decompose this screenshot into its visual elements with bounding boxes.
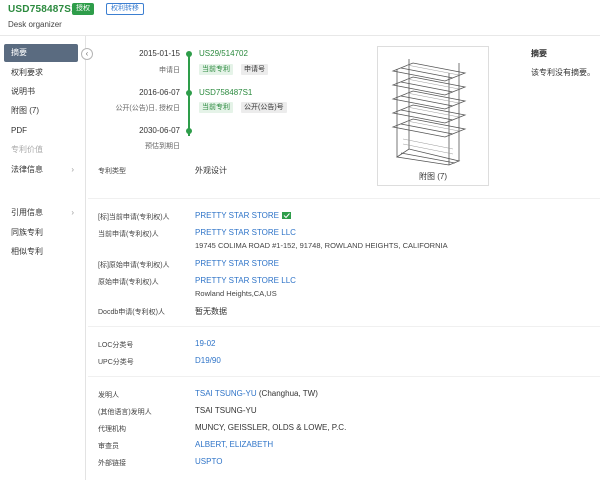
- application-date: 2015-01-15: [139, 49, 180, 58]
- current-patent-tag: 当前专利: [199, 64, 233, 75]
- loc-label: LOC分类号: [98, 342, 134, 349]
- sidebar-item-label: PDF: [11, 126, 27, 135]
- sidebar-item-drawings[interactable]: 附图 (7): [4, 102, 78, 120]
- std-current-assignee-value: PRETTY STAR STORE: [195, 211, 280, 220]
- chevron-right-icon: ›: [71, 208, 74, 217]
- sidebar-item-similar[interactable]: 相似专利: [4, 243, 78, 261]
- sidebar-item-label: 权利要求: [11, 68, 43, 77]
- publication-date: 2016-06-07: [139, 88, 180, 97]
- sidebar-item-label: 附图 (7): [11, 106, 39, 115]
- std-original-assignee-link[interactable]: PRETTY STAR STORE: [195, 259, 279, 268]
- sidebar-item-abstract[interactable]: 摘要: [4, 44, 78, 62]
- desk-organizer-drawing: [391, 59, 467, 166]
- sidebar-item-label: 相似专利: [11, 247, 43, 256]
- sidebar-item-label: 同族专利: [11, 228, 43, 237]
- loc-link[interactable]: 19-02: [195, 339, 215, 348]
- inventor-location: (Changhua, TW): [258, 389, 318, 398]
- inventor-row: TSAI TSUNG-YU (Changhua, TW): [195, 389, 318, 398]
- sidebar-item-pdf[interactable]: PDF: [4, 122, 78, 140]
- docdb-assignee-value: 暂无数据: [195, 307, 227, 316]
- chevron-left-icon[interactable]: ‹: [81, 48, 93, 60]
- chevron-right-icon: ›: [71, 165, 74, 174]
- inventor-other-value: TSAI TSUNG-YU: [195, 406, 257, 415]
- original-assignee-label: 原始申请(专利权)人: [98, 279, 159, 286]
- patent-type-value: 外观设计: [195, 166, 227, 175]
- abstract-text: 该专利没有摘要。: [531, 68, 595, 77]
- upc-label: UPC分类号: [98, 359, 134, 366]
- timeline-dot: [186, 128, 192, 134]
- patent-header: USD758487S1 授权 权利转移 Desk organizer: [0, 0, 600, 36]
- sidebar-item-patent-value[interactable]: 专利价值: [4, 141, 78, 159]
- timeline-dot: [186, 90, 192, 96]
- agency-value: MUNCY, GEISSLER, OLDS & LOWE, P.C.: [195, 423, 347, 432]
- upc-link[interactable]: D19/90: [195, 356, 221, 365]
- std-current-assignee-link[interactable]: PRETTY STAR STORE: [195, 211, 292, 220]
- sidebar-item-description[interactable]: 说明书: [4, 83, 78, 101]
- drawing-thumbnail[interactable]: 附图 (7): [377, 46, 489, 186]
- inventor-link[interactable]: TSAI TSUNG-YU: [195, 389, 257, 398]
- current-patent-tag: 当前专利: [199, 102, 233, 113]
- divider: [88, 376, 600, 377]
- current-assignee-address: 19745 COLIMA ROAD #1-152, 91748, ROWLAND…: [195, 241, 448, 250]
- external-link-label: 外部链接: [98, 460, 126, 467]
- sidebar-item-label: 法律信息: [11, 165, 43, 174]
- timeline-dot: [186, 51, 192, 57]
- agency-label: 代理机构: [98, 426, 126, 433]
- sidebar-item-claims[interactable]: 权利要求: [4, 64, 78, 82]
- publication-number-link[interactable]: USD758487S1: [199, 88, 252, 97]
- patent-number: USD758487S1: [8, 4, 77, 15]
- expiry-date-label: 预估到期日: [145, 143, 180, 150]
- publication-number-tag: 公开(公告)号: [241, 102, 287, 113]
- application-date-label: 申请日: [159, 67, 180, 74]
- sidebar-item-label: 引用信息: [11, 208, 43, 217]
- transfer-badge[interactable]: 权利转移: [106, 3, 144, 15]
- docdb-assignee-label: Docdb申请(专利权)人: [98, 309, 165, 316]
- legal-timeline: 2015-01-15 申请日 US29/514702 当前专利 申请号 2016…: [88, 46, 328, 156]
- sidebar-item-citations[interactable]: 引用信息 ›: [4, 204, 78, 222]
- sidebar-item-legal-info[interactable]: 法律信息 ›: [4, 161, 78, 179]
- current-assignee-link[interactable]: PRETTY STAR STORE LLC: [195, 228, 296, 237]
- examiner-label: 审查员: [98, 443, 119, 450]
- sidebar-item-label: 摘要: [11, 48, 27, 57]
- sidebar-item-family[interactable]: 同族专利: [4, 224, 78, 242]
- uspto-link[interactable]: USPTO: [195, 457, 222, 466]
- publication-date-label: 公开(公告)日, 授权日: [115, 105, 180, 112]
- patent-type-label: 专利类型: [98, 168, 126, 175]
- company-flag-icon: [282, 212, 292, 220]
- original-assignee-address: Rowland Heights,CA,US: [195, 289, 277, 298]
- abstract-title: 摘要: [531, 49, 547, 58]
- current-assignee-label: 当前申请(专利权)人: [98, 231, 159, 238]
- divider: [88, 326, 600, 327]
- application-number-link[interactable]: US29/514702: [199, 49, 248, 58]
- application-number-tag: 申请号: [241, 64, 268, 75]
- drawing-caption: 附图 (7): [419, 172, 447, 181]
- inventor-label: 发明人: [98, 392, 119, 399]
- expiry-date: 2030-06-07: [139, 126, 180, 135]
- inventor-other-label: (其他语言)发明人: [98, 409, 152, 416]
- status-badge: 授权: [72, 3, 94, 15]
- std-current-assignee-label: [标]当前申请(专利权)人: [98, 214, 170, 221]
- examiner-link[interactable]: ALBERT, ELIZABETH: [195, 440, 273, 449]
- std-original-assignee-label: [标]原始申请(专利权)人: [98, 262, 170, 269]
- original-assignee-link[interactable]: PRETTY STAR STORE LLC: [195, 276, 296, 285]
- patent-title: Desk organizer: [8, 20, 62, 29]
- divider: [88, 198, 600, 199]
- sidebar-item-label: 说明书: [11, 87, 35, 96]
- sidebar-item-label: 专利价值: [11, 145, 43, 154]
